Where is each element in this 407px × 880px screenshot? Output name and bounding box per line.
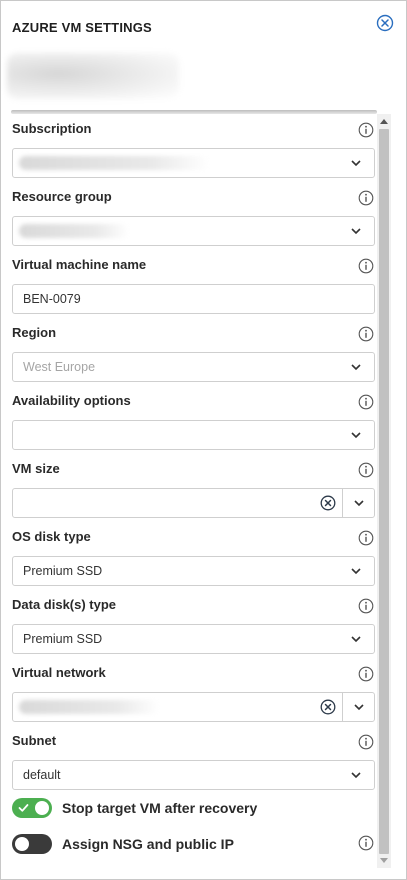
info-icon[interactable] xyxy=(358,122,374,138)
stop-vm-toggle[interactable] xyxy=(12,798,52,818)
info-icon[interactable] xyxy=(358,326,374,342)
info-icon[interactable] xyxy=(358,258,374,274)
blurred-vm-name-placeholder xyxy=(7,53,179,99)
availability-label: Availability options xyxy=(12,393,131,408)
info-icon[interactable] xyxy=(358,835,374,851)
chevron-down-icon[interactable] xyxy=(350,430,362,440)
toggle-knob xyxy=(15,837,29,851)
assign-nsg-toggle[interactable] xyxy=(12,834,52,854)
subscription-select[interactable] xyxy=(12,148,375,178)
vm-size-label: VM size xyxy=(12,461,60,476)
vm-size-dropdown-button[interactable] xyxy=(342,489,374,517)
info-icon[interactable] xyxy=(358,190,374,206)
info-icon[interactable] xyxy=(358,598,374,614)
resource-group-label: Resource group xyxy=(12,189,112,204)
os-disk-label: OS disk type xyxy=(12,529,91,544)
assign-nsg-toggle-row: Assign NSG and public IP xyxy=(12,834,375,856)
os-disk-select[interactable]: Premium SSD xyxy=(12,556,375,586)
info-icon[interactable] xyxy=(358,666,374,682)
clear-icon[interactable] xyxy=(320,495,336,511)
vnet-label: Virtual network xyxy=(12,665,106,680)
chevron-down-icon[interactable] xyxy=(350,226,362,236)
chevron-down-icon[interactable] xyxy=(350,634,362,644)
blurred-subscription-value xyxy=(19,156,209,170)
scroll-thumb[interactable] xyxy=(379,129,389,854)
vertical-scrollbar[interactable] xyxy=(377,114,391,868)
chevron-down-icon[interactable] xyxy=(350,158,362,168)
vnet-select[interactable] xyxy=(12,692,375,722)
settings-form: Subscription Resource group Virtual mach… xyxy=(1,114,379,874)
info-icon[interactable] xyxy=(358,394,374,410)
subscription-label: Subscription xyxy=(12,121,92,136)
subnet-value: default xyxy=(23,768,61,782)
chevron-down-icon[interactable] xyxy=(353,498,365,508)
data-disk-label: Data disk(s) type xyxy=(12,597,117,612)
region-select[interactable]: West Europe xyxy=(12,352,375,382)
assign-nsg-label: Assign NSG and public IP xyxy=(62,836,234,852)
subnet-label: Subnet xyxy=(12,733,57,748)
check-icon xyxy=(18,804,29,812)
close-icon[interactable] xyxy=(376,14,394,32)
info-icon[interactable] xyxy=(358,530,374,546)
chevron-down-icon[interactable] xyxy=(350,362,362,372)
subnet-select[interactable]: default xyxy=(12,760,375,790)
vnet-dropdown-button[interactable] xyxy=(342,693,374,721)
vm-name-input[interactable] xyxy=(12,284,375,314)
toggle-knob xyxy=(35,801,49,815)
vm-size-select[interactable] xyxy=(12,488,375,518)
scroll-down-arrow-icon[interactable] xyxy=(380,858,388,863)
chevron-down-icon[interactable] xyxy=(350,770,362,780)
chevron-down-icon[interactable] xyxy=(353,702,365,712)
scroll-up-arrow-icon[interactable] xyxy=(380,119,388,124)
stop-vm-label: Stop target VM after recovery xyxy=(62,800,258,816)
vm-name-label: Virtual machine name xyxy=(12,257,147,272)
resource-group-select[interactable] xyxy=(12,216,375,246)
data-disk-value: Premium SSD xyxy=(23,632,103,646)
vm-settings-panel: AZURE VM SETTINGS Subscription Resource xyxy=(0,0,407,880)
region-label: Region xyxy=(12,325,57,340)
chevron-down-icon[interactable] xyxy=(350,566,362,576)
info-icon[interactable] xyxy=(358,734,374,750)
blurred-vnet-value xyxy=(19,700,159,714)
panel-title: AZURE VM SETTINGS xyxy=(12,20,152,35)
stop-vm-toggle-row: Stop target VM after recovery xyxy=(12,798,375,820)
data-disk-select[interactable]: Premium SSD xyxy=(12,624,375,654)
availability-select[interactable] xyxy=(12,420,375,450)
info-icon[interactable] xyxy=(358,462,374,478)
blurred-resource-group-value xyxy=(19,224,129,238)
os-disk-value: Premium SSD xyxy=(23,564,103,578)
region-value: West Europe xyxy=(23,360,96,374)
clear-icon[interactable] xyxy=(320,699,336,715)
